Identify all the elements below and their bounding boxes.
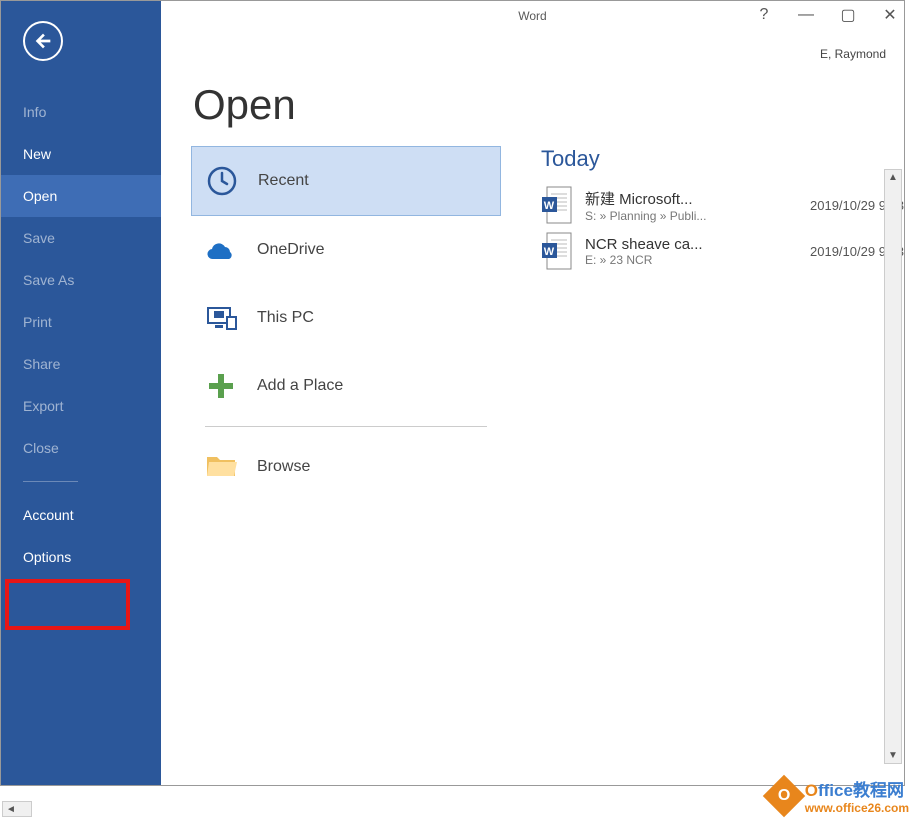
word-doc-icon: W [541,186,573,224]
word-doc-icon: W [541,232,573,270]
sidebar-divider [23,481,78,482]
app-title: Word [518,9,546,23]
backstage-sidebar: Info New Open Save Save As Print Share E… [1,1,161,785]
sidebar-item-open[interactable]: Open [1,175,161,217]
page-title: Open [193,81,296,129]
maximize-button[interactable]: ▢ [840,5,856,25]
location-browse[interactable]: Browse [191,433,501,501]
window-controls: ? — ▢ ✕ [756,5,898,25]
close-button[interactable]: ✕ [882,5,898,25]
location-label: This PC [257,309,314,327]
watermark-logo-icon: O [763,774,805,816]
sidebar-item-options[interactable]: Options [1,536,161,578]
sidebar-item-info[interactable]: Info [1,91,161,133]
location-label: Recent [258,172,309,190]
file-info: NCR sheave ca... E: » 23 NCR [585,236,798,267]
location-onedrive[interactable]: OneDrive [191,216,501,284]
file-name: 新建 Microsoft... [585,188,725,209]
horizontal-scrollbar[interactable]: ◄ [2,801,32,817]
sidebar-item-save-as[interactable]: Save As [1,259,161,301]
folder-icon [205,451,237,483]
file-path: E: » 23 NCR [585,253,725,267]
recent-files-panel: Today W 新建 Microsoft... S: » Planning » … [501,146,904,785]
location-recent[interactable]: Recent [191,146,501,216]
sidebar-item-close[interactable]: Close [1,427,161,469]
svg-text:W: W [544,200,555,212]
plus-icon [205,370,237,402]
back-arrow-icon [32,30,54,52]
sidebar-item-export[interactable]: Export [1,385,161,427]
sidebar-item-account[interactable]: Account [1,494,161,536]
user-name[interactable]: E, Raymond [820,47,886,61]
back-button[interactable] [23,21,63,61]
scroll-down-icon[interactable]: ▼ [886,748,900,763]
watermark-brand: Office教程网 [805,776,909,801]
watermark-url: www.office26.com [805,801,909,815]
file-info: 新建 Microsoft... S: » Planning » Publi... [585,188,798,223]
minimize-button[interactable]: — [798,6,814,24]
svg-text:W: W [544,246,555,258]
sidebar-item-new[interactable]: New [1,133,161,175]
files-group-heading: Today [541,146,904,172]
vertical-scrollbar[interactable]: ▲ ▼ [884,169,902,764]
file-item[interactable]: W NCR sheave ca... E: » 23 NCR 2019/10/2… [541,228,904,274]
locations-list: Recent OneDrive This PC Add a Place [191,146,501,785]
watermark: O Office教程网 www.office26.com [769,776,909,815]
cloud-icon [205,234,237,266]
sidebar-item-share[interactable]: Share [1,343,161,385]
file-item[interactable]: W 新建 Microsoft... S: » Planning » Publi.… [541,182,904,228]
scroll-left-icon[interactable]: ◄ [3,804,19,815]
location-add-place[interactable]: Add a Place [191,352,501,420]
help-button[interactable]: ? [756,6,772,24]
location-label: Browse [257,458,310,476]
location-label: Add a Place [257,377,343,395]
sidebar-item-print[interactable]: Print [1,301,161,343]
location-label: OneDrive [257,241,325,259]
file-path: S: » Planning » Publi... [585,209,725,223]
locations-divider [205,426,487,427]
clock-icon [206,165,238,197]
word-backstage-window: Info New Open Save Save As Print Share E… [0,0,905,786]
sidebar-item-save[interactable]: Save [1,217,161,259]
file-name: NCR sheave ca... [585,236,725,253]
scroll-up-icon[interactable]: ▲ [886,170,900,185]
pc-icon [205,302,237,334]
location-this-pc[interactable]: This PC [191,284,501,352]
